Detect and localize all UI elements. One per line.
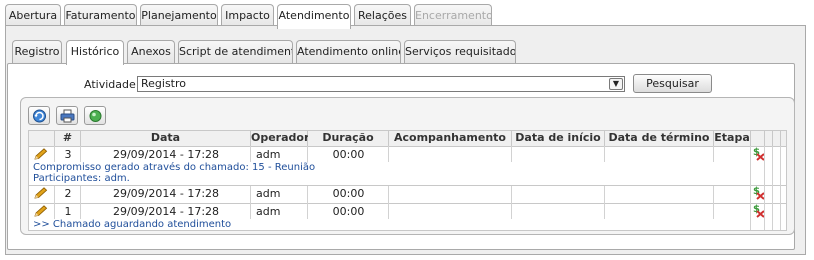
tab-abertura[interactable]: Abertura xyxy=(5,4,61,27)
tab-registro[interactable]: Registro xyxy=(12,40,62,63)
tab-atendimento[interactable]: Atendimento xyxy=(277,4,351,29)
edit-button[interactable] xyxy=(34,187,48,202)
history-grid: # Data Operador Duração Acompanhamento D… xyxy=(28,130,787,231)
row-number: 1 xyxy=(64,205,72,218)
grid-line xyxy=(388,146,389,162)
col-duracao-header: Duração xyxy=(308,131,389,146)
atividade-label: Atividade : xyxy=(84,78,143,91)
grid-line xyxy=(307,186,308,219)
col-extra-header xyxy=(751,131,765,146)
tab-script-atendimento[interactable]: Script de atendimento xyxy=(178,40,293,63)
row-operator: adm xyxy=(256,148,281,161)
row-divider xyxy=(29,185,786,186)
grid-line xyxy=(80,146,81,162)
row-detail: Compromisso gerado através do chamado: 1… xyxy=(33,162,316,173)
pencil-icon xyxy=(34,205,48,217)
row-number: 2 xyxy=(64,187,72,200)
col-extra-header xyxy=(773,131,781,146)
row-duration: 00:00 xyxy=(332,187,365,200)
atividade-select[interactable]: Registro ▼ xyxy=(137,76,625,92)
row-detail: >> Chamado aguardando atendimento xyxy=(33,219,232,230)
col-data-inicio-header: Data de início xyxy=(512,131,605,146)
grid-line xyxy=(307,146,308,162)
tab-historico[interactable]: Histórico xyxy=(66,40,124,65)
grid-line xyxy=(54,146,55,162)
row-operator: adm xyxy=(256,187,281,200)
row-date: 29/09/2014 - 17:28 xyxy=(112,187,220,200)
grid-line xyxy=(54,186,55,219)
grid-line xyxy=(780,146,781,230)
col-edit-header xyxy=(29,131,55,146)
print-button[interactable] xyxy=(56,106,78,125)
grid-line xyxy=(80,186,81,219)
grid-line xyxy=(250,146,251,162)
row-detail: Participantes: adm. xyxy=(33,173,130,184)
grid-line xyxy=(764,146,765,230)
row-duration: 00:00 xyxy=(332,148,365,161)
col-operador-header: Operador xyxy=(251,131,310,146)
grid-line xyxy=(511,146,512,162)
grid-line xyxy=(388,186,389,219)
edit-button[interactable] xyxy=(34,205,48,220)
tab-planejamento[interactable]: Planejamento xyxy=(140,4,218,27)
pencil-icon xyxy=(34,148,48,160)
col-acompanhamento-header: Acompanhamento xyxy=(389,131,512,146)
col-extra-header xyxy=(765,131,773,146)
tab-encerramento: Encerramento xyxy=(414,4,492,27)
col-data-header: Data xyxy=(81,131,251,146)
tab-anexos[interactable]: Anexos xyxy=(127,40,175,63)
tab-impacto[interactable]: Impacto xyxy=(221,4,274,27)
status-button[interactable] xyxy=(84,106,106,125)
refresh-icon xyxy=(33,109,46,123)
col-extra-header xyxy=(781,131,786,146)
col-num-header: # xyxy=(55,131,81,146)
col-etapa-header: Etapa xyxy=(714,131,751,146)
tab-faturamento[interactable]: Faturamento xyxy=(64,4,137,27)
chevron-down-icon[interactable]: ▼ xyxy=(609,78,623,90)
grid-line xyxy=(604,186,605,219)
pesquisar-button[interactable]: Pesquisar xyxy=(633,74,712,93)
tab-servicos-requisitados[interactable]: Serviços requisitados xyxy=(404,40,516,63)
status-icon xyxy=(89,110,102,122)
row-divider xyxy=(29,203,786,204)
row-duration: 00:00 xyxy=(332,205,365,218)
col-data-termino-header: Data de término xyxy=(605,131,714,146)
atividade-selected-value: Registro xyxy=(141,77,187,90)
print-icon xyxy=(60,109,75,123)
grid-line xyxy=(713,146,714,162)
row-date: 29/09/2014 - 17:28 xyxy=(112,205,220,218)
grid-line xyxy=(604,146,605,162)
refresh-button[interactable] xyxy=(28,106,50,125)
grid-line xyxy=(772,146,773,230)
tab-relacoes[interactable]: Relações xyxy=(354,4,411,27)
grid-line xyxy=(250,186,251,219)
row-operator: adm xyxy=(256,205,281,218)
pencil-icon xyxy=(34,187,48,199)
grid-line xyxy=(511,186,512,219)
grid-line xyxy=(750,146,751,230)
grid-line xyxy=(713,186,714,219)
tab-atendimento-online[interactable]: Atendimento online xyxy=(296,40,401,63)
edit-button[interactable] xyxy=(34,148,48,163)
row-number: 3 xyxy=(64,148,72,161)
row-divider xyxy=(29,146,786,147)
row-date: 29/09/2014 - 17:28 xyxy=(112,148,220,161)
